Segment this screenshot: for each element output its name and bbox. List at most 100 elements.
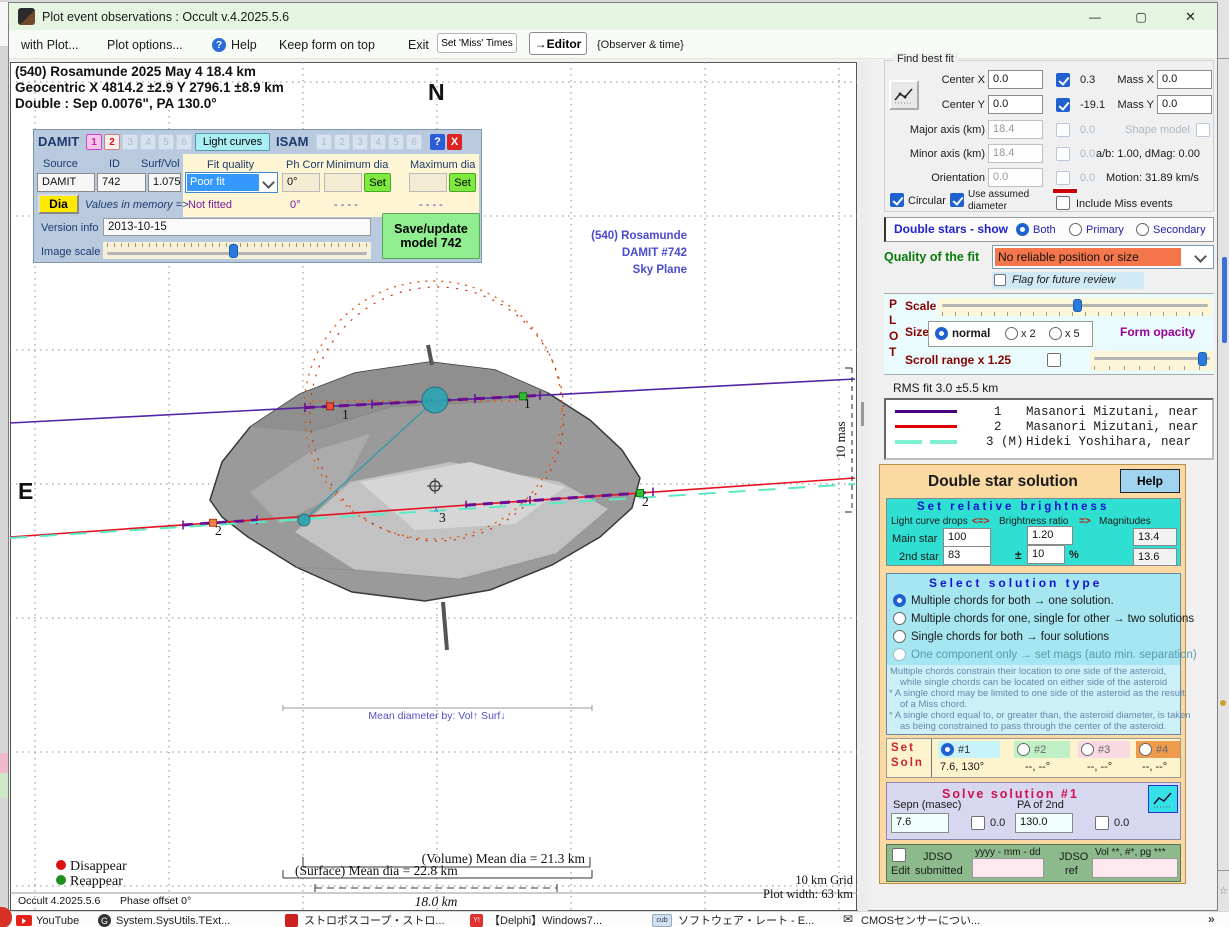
- quality-dropdown[interactable]: No reliable position or size: [992, 245, 1214, 269]
- damit-help-button[interactable]: ?: [430, 134, 445, 150]
- dia-button[interactable]: Dia: [38, 194, 79, 214]
- save-update-button[interactable]: Save/update model 742: [382, 213, 480, 259]
- damit-model-2[interactable]: 2: [104, 134, 120, 150]
- minimize-button[interactable]: —: [1072, 3, 1118, 30]
- opacity-slider[interactable]: [1090, 351, 1214, 371]
- soln3-radio[interactable]: [1081, 743, 1094, 756]
- isam-model-3[interactable]: 3: [352, 134, 368, 150]
- ratio-input[interactable]: 1.20: [1027, 526, 1073, 545]
- size-x2-radio[interactable]: [1005, 327, 1018, 340]
- size-x2-label[interactable]: x 2: [1021, 328, 1036, 341]
- damit-model-4[interactable]: 4: [140, 134, 156, 150]
- major-axis-input[interactable]: 18.4: [988, 120, 1043, 139]
- taskbar-item-3[interactable]: ストロボスコープ・ストロ...: [304, 915, 445, 927]
- isam-model-6[interactable]: 6: [406, 134, 422, 150]
- menu-with-plot[interactable]: with Plot...: [21, 38, 79, 52]
- scale-thumb[interactable]: [1073, 299, 1082, 312]
- taskbar-item-1[interactable]: YouTube: [36, 915, 79, 927]
- isam-model-1[interactable]: 1: [316, 134, 332, 150]
- damit-model-5[interactable]: 5: [158, 134, 174, 150]
- soltype-opt-3[interactable]: Single chords for both → four solutions: [911, 631, 1109, 644]
- secondary-label[interactable]: Secondary: [1153, 224, 1206, 237]
- size-normal-label[interactable]: normal: [952, 328, 990, 341]
- use-assumed-checkbox[interactable]: [950, 193, 964, 207]
- second-star-input[interactable]: 83: [943, 546, 991, 565]
- menu-help[interactable]: Help: [231, 38, 257, 52]
- close-button[interactable]: ✕: [1164, 3, 1217, 30]
- tolerance-input[interactable]: 10: [1027, 545, 1065, 564]
- damit-model-3[interactable]: 3: [122, 134, 138, 150]
- image-scale-slider[interactable]: [103, 242, 371, 259]
- mass-y-input[interactable]: 0.0: [1157, 95, 1212, 114]
- damit-model-6[interactable]: 6: [176, 134, 192, 150]
- major-axis-checkbox[interactable]: [1056, 123, 1070, 137]
- orientation-input[interactable]: 0.0: [988, 168, 1043, 187]
- size-normal-radio[interactable]: [935, 327, 948, 340]
- taskbar-item-2[interactable]: System.SysUtils.TExt...: [116, 915, 230, 927]
- center-x-checkbox[interactable]: [1056, 73, 1070, 87]
- pa-lock-checkbox[interactable]: [1095, 816, 1109, 830]
- min-dia-input[interactable]: [324, 173, 362, 192]
- soltype-radio-3[interactable]: [893, 630, 906, 643]
- soln1-radio[interactable]: [941, 743, 954, 756]
- taskbar-item-6[interactable]: CMOSセンサーについ...: [861, 915, 980, 927]
- taskbar-more[interactable]: »: [1208, 913, 1215, 927]
- soln2-radio[interactable]: [1017, 743, 1030, 756]
- disappear-marker[interactable]: [327, 403, 334, 410]
- jdso-ref-input[interactable]: [1092, 858, 1178, 878]
- set-min-dia-button[interactable]: Set: [364, 173, 391, 192]
- isam-model-5[interactable]: 5: [388, 134, 404, 150]
- sepn-input[interactable]: 7.6: [891, 813, 949, 833]
- soltype-radio-1[interactable]: [893, 594, 906, 607]
- soln1-label[interactable]: #1: [958, 744, 970, 757]
- editor-button[interactable]: →Editor: [529, 32, 587, 55]
- jdso-date-input[interactable]: [972, 858, 1044, 878]
- scroll-range-checkbox[interactable]: [1047, 353, 1061, 367]
- both-radio[interactable]: [1016, 223, 1029, 236]
- maximize-button[interactable]: ▢: [1118, 3, 1164, 30]
- observer-legend-box[interactable]: 1 Masanori Mizutani, near 2 Masanori Miz…: [884, 398, 1214, 460]
- taskbar-item-5[interactable]: ソフトウェア・レート - E...: [678, 915, 814, 927]
- size-x5-label[interactable]: x 5: [1065, 328, 1080, 341]
- size-x5-radio[interactable]: [1049, 327, 1062, 340]
- set-miss-times-button[interactable]: Set 'Miss' Times: [437, 33, 517, 53]
- soln4-radio[interactable]: [1139, 743, 1152, 756]
- primary-label[interactable]: Primary: [1086, 224, 1124, 237]
- soltype-opt-2[interactable]: Multiple chords for one, single for othe…: [911, 613, 1194, 626]
- circular-checkbox[interactable]: [890, 193, 904, 207]
- dss-help-button[interactable]: Help: [1120, 469, 1180, 493]
- menu-exit[interactable]: Exit: [408, 38, 429, 52]
- primary-radio[interactable]: [1069, 223, 1082, 236]
- center-x-input[interactable]: 0.0: [988, 70, 1043, 89]
- soln2-label[interactable]: #2: [1034, 744, 1046, 757]
- damit-close-button[interactable]: X: [447, 134, 462, 150]
- jdso-edit-checkbox[interactable]: [892, 848, 906, 862]
- soltype-opt-4[interactable]: One component only → set mags (auto min.…: [911, 649, 1197, 662]
- taskbar-item-4[interactable]: 【Delphi】Windows7...: [489, 915, 602, 927]
- isam-model-4[interactable]: 4: [370, 134, 386, 150]
- soln4-label[interactable]: #4: [1156, 744, 1168, 757]
- image-scale-thumb[interactable]: [229, 244, 238, 258]
- solve-chart-button[interactable]: [1148, 785, 1178, 813]
- include-miss-checkbox[interactable]: [1056, 196, 1070, 210]
- set-max-dia-button[interactable]: Set: [449, 173, 476, 192]
- secondary-radio[interactable]: [1136, 223, 1149, 236]
- center-y-input[interactable]: 0.0: [988, 95, 1043, 114]
- both-label[interactable]: Both: [1033, 224, 1056, 237]
- damit-model-1[interactable]: 1: [86, 134, 102, 150]
- sepn-lock-checkbox[interactable]: [971, 816, 985, 830]
- menu-keep-on-top[interactable]: Keep form on top: [279, 38, 375, 52]
- soln3-label[interactable]: #3: [1098, 744, 1110, 757]
- soltype-opt-1[interactable]: Multiple chords for both → one solution.: [911, 595, 1114, 608]
- minor-axis-input[interactable]: 18.4: [988, 144, 1043, 163]
- menu-plot-options[interactable]: Plot options...: [107, 38, 183, 52]
- primary-star-handle[interactable]: [422, 387, 448, 413]
- chevron-down-icon[interactable]: [1194, 250, 1207, 263]
- fit-quality-dropdown[interactable]: Poor fit: [185, 172, 278, 193]
- soltype-radio-4[interactable]: [893, 648, 906, 661]
- id-value[interactable]: 742: [97, 173, 146, 192]
- flag-review-checkbox[interactable]: [994, 274, 1006, 286]
- splitter[interactable]: [858, 62, 868, 911]
- soltype-radio-2[interactable]: [893, 612, 906, 625]
- scale-slider[interactable]: [938, 298, 1212, 316]
